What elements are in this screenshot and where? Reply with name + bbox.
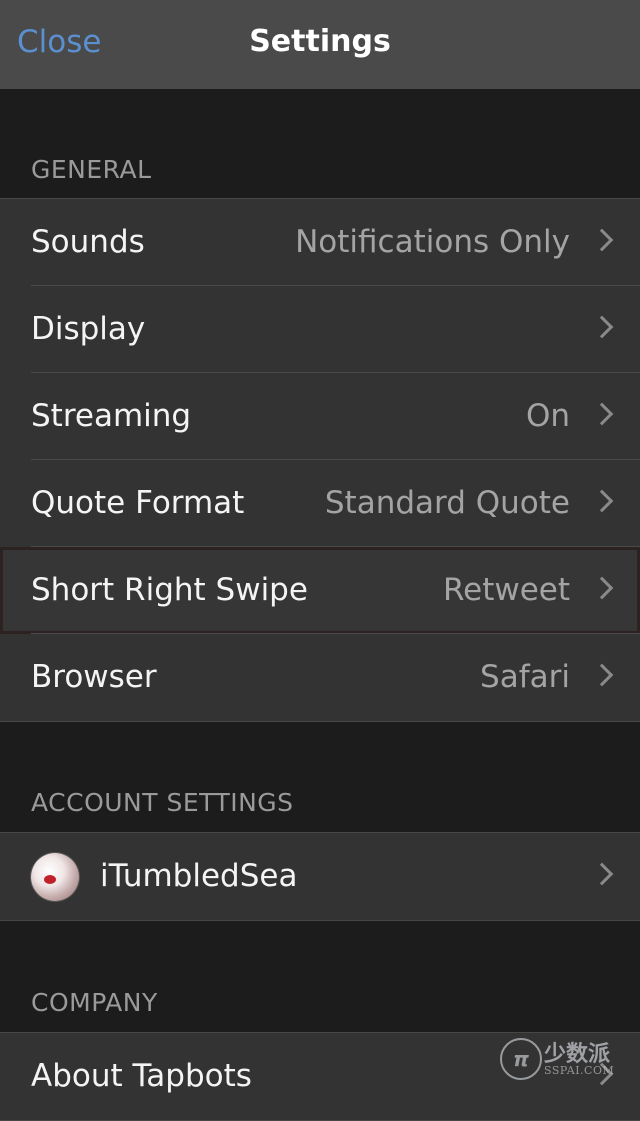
chevron-right-icon — [590, 576, 614, 600]
chevron-right-icon — [590, 402, 614, 426]
section-header-account-settings: ACCOUNT SETTINGS — [31, 788, 294, 817]
row-value: On — [525, 398, 570, 434]
row-label: Sounds — [31, 224, 145, 260]
account-settings-group: iTumbledSea — [0, 832, 640, 921]
short-right-swipe-row[interactable]: Short Right Swipe Retweet — [0, 547, 640, 634]
sounds-row[interactable]: Sounds Notifications Only — [0, 199, 640, 286]
row-label: Quote Format — [31, 485, 245, 521]
section-header-general: GENERAL — [31, 155, 152, 184]
display-row[interactable]: Display — [0, 286, 640, 373]
row-value: Notifications Only — [295, 224, 570, 260]
chevron-right-icon — [590, 315, 614, 339]
row-label: Short Right Swipe — [31, 572, 308, 608]
row-label: Streaming — [31, 398, 192, 434]
avatar — [31, 853, 79, 901]
watermark: π 少数派 SSPAI.COM — [498, 1034, 628, 1084]
chevron-right-icon — [590, 862, 614, 886]
account-name: iTumbledSea — [100, 858, 298, 894]
general-settings-group: Sounds Notifications Only Display Stream… — [0, 198, 640, 722]
account-row[interactable]: iTumbledSea — [0, 833, 640, 920]
row-value: Standard Quote — [324, 485, 570, 521]
browser-row[interactable]: Browser Safari — [0, 634, 640, 721]
chevron-right-icon — [590, 228, 614, 252]
watermark-domain: SSPAI.COM — [544, 1064, 615, 1077]
chevron-right-icon — [590, 489, 614, 513]
page-title: Settings — [249, 24, 391, 59]
section-header-company: COMPANY — [31, 988, 158, 1017]
row-label: About Tapbots — [31, 1058, 252, 1094]
chevron-right-icon — [590, 663, 614, 687]
quote-format-row[interactable]: Quote Format Standard Quote — [0, 460, 640, 547]
row-value: Safari — [480, 659, 570, 695]
row-label: Browser — [31, 659, 157, 695]
row-value: Retweet — [442, 572, 570, 608]
row-label: Display — [31, 311, 146, 347]
streaming-row[interactable]: Streaming On — [0, 373, 640, 460]
watermark-logo-icon: π — [500, 1038, 542, 1080]
navigation-bar: Close Settings — [0, 0, 640, 89]
